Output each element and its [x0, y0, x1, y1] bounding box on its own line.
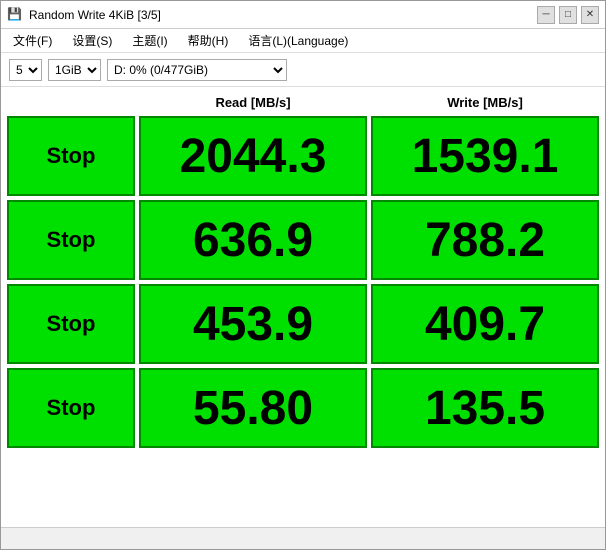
statusbar: [1, 527, 605, 549]
block-size-select[interactable]: 1GiB: [48, 59, 101, 81]
menu-file[interactable]: 文件(F): [5, 30, 60, 51]
header-row: Read [MB/s] Write [MB/s]: [7, 93, 599, 112]
write-value-2: 788.2: [371, 200, 599, 280]
toolbar: 5 1GiB D: 0% (0/477GiB): [1, 53, 605, 87]
menu-help[interactable]: 帮助(H): [180, 30, 237, 51]
data-row-4: Stop 55.80 135.5: [7, 368, 599, 448]
stop-button-3[interactable]: Stop: [7, 284, 135, 364]
menu-theme[interactable]: 主题(I): [124, 30, 175, 51]
stop-button-4[interactable]: Stop: [7, 368, 135, 448]
stop-button-2[interactable]: Stop: [7, 200, 135, 280]
main-window: 💾 Random Write 4KiB [3/5] ─ □ ✕ 文件(F) 设置…: [0, 0, 606, 550]
drive-select[interactable]: D: 0% (0/477GiB): [107, 59, 287, 81]
content-area: Read [MB/s] Write [MB/s] Stop 2044.3 153…: [1, 87, 605, 527]
data-row-2: Stop 636.9 788.2: [7, 200, 599, 280]
write-value-1: 1539.1: [371, 116, 599, 196]
read-value-1: 2044.3: [139, 116, 367, 196]
titlebar-left: 💾 Random Write 4KiB [3/5]: [7, 7, 161, 23]
close-button[interactable]: ✕: [581, 6, 599, 24]
menu-language[interactable]: 语言(L)(Language): [240, 30, 356, 51]
titlebar-controls[interactable]: ─ □ ✕: [537, 6, 599, 24]
write-value-3: 409.7: [371, 284, 599, 364]
data-row-1: Stop 2044.3 1539.1: [7, 116, 599, 196]
queue-depth-select[interactable]: 5: [9, 59, 42, 81]
read-value-3: 453.9: [139, 284, 367, 364]
write-header: Write [MB/s]: [371, 95, 599, 110]
titlebar: 💾 Random Write 4KiB [3/5] ─ □ ✕: [1, 1, 605, 29]
minimize-button[interactable]: ─: [537, 6, 555, 24]
read-header: Read [MB/s]: [139, 95, 367, 110]
read-value-4: 55.80: [139, 368, 367, 448]
data-row-3: Stop 453.9 409.7: [7, 284, 599, 364]
stop-button-1[interactable]: Stop: [7, 116, 135, 196]
menubar: 文件(F) 设置(S) 主题(I) 帮助(H) 语言(L)(Language): [1, 29, 605, 53]
maximize-button[interactable]: □: [559, 6, 577, 24]
menu-settings[interactable]: 设置(S): [64, 30, 120, 51]
header-empty: [7, 95, 135, 110]
read-value-2: 636.9: [139, 200, 367, 280]
window-title: Random Write 4KiB [3/5]: [29, 8, 161, 22]
write-value-4: 135.5: [371, 368, 599, 448]
app-icon: 💾: [7, 7, 23, 23]
